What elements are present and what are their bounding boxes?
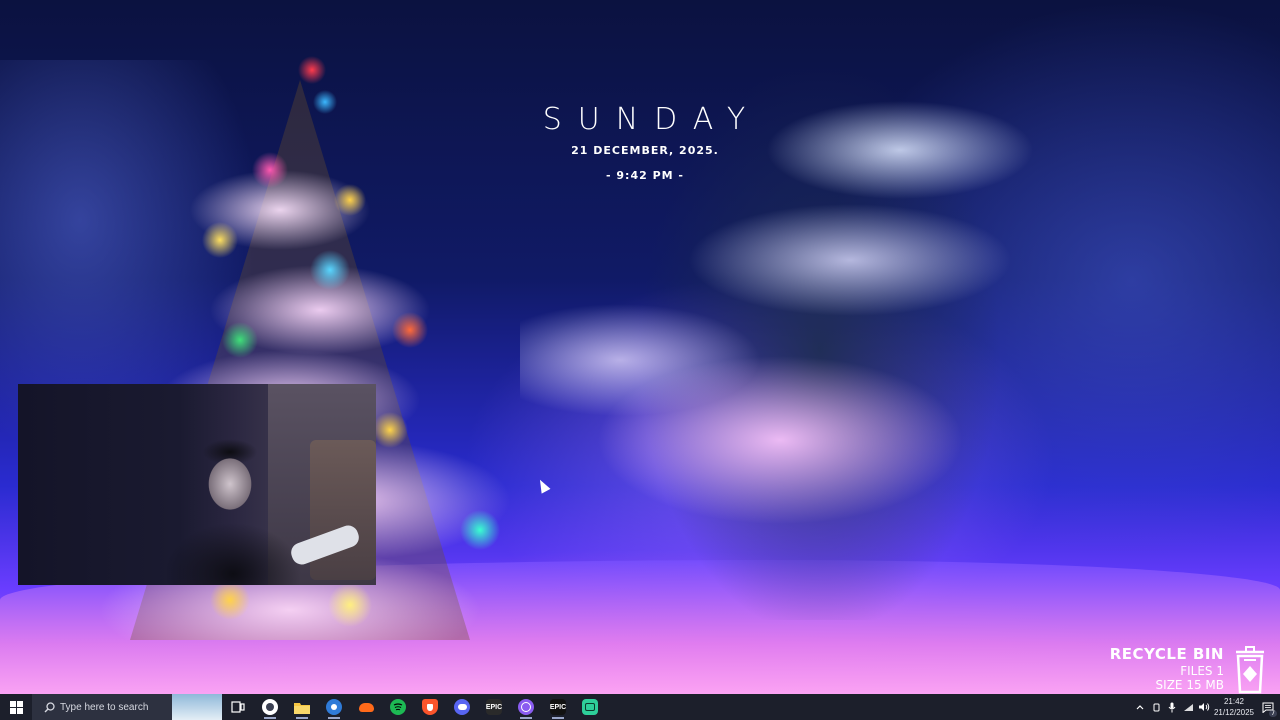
taskbar-app-soundcloud[interactable] (350, 694, 382, 720)
taskbar-app-browser[interactable] (254, 694, 286, 720)
green-app-icon (582, 699, 598, 715)
clock-date: 21 DECEMBER, 2025. (571, 144, 719, 157)
circle-app-icon (518, 699, 534, 715)
taskbar-app-brave[interactable] (414, 694, 446, 720)
tray-volume[interactable] (1196, 694, 1212, 720)
system-tray: 21:42 21/12/2025 7 (1132, 694, 1280, 720)
notification-center-button[interactable]: 7 (1256, 694, 1280, 720)
tray-overflow-button[interactable] (1132, 694, 1148, 720)
webcam-person (158, 424, 308, 585)
recycle-bin-widget[interactable]: RECYCLE BIN FILES 1 SIZE 15 MB (1110, 644, 1266, 694)
search-icon (38, 701, 60, 713)
microphone-icon (1168, 702, 1176, 712)
taskbar-app-spotify[interactable] (382, 694, 414, 720)
tray-device-icon[interactable] (1148, 694, 1164, 720)
spotify-icon (390, 699, 406, 715)
cloud-orange-icon (358, 699, 374, 715)
search-placeholder: Type here to search (60, 701, 149, 713)
webcam-chair (310, 440, 376, 580)
taskbar-app-circle[interactable] (510, 694, 542, 720)
tray-time: 21:42 (1223, 697, 1245, 706)
folder-icon (294, 702, 310, 714)
tray-date: 21/12/2025 (1213, 708, 1255, 717)
taskbar-search-box[interactable]: Type here to search (32, 694, 222, 720)
discord-icon (454, 699, 470, 715)
task-view-button[interactable] (222, 694, 254, 720)
search-highlight-image (172, 694, 222, 720)
app-blue-icon (326, 699, 342, 715)
volume-icon (1199, 703, 1210, 711)
chevron-up-icon (1136, 705, 1144, 710)
device-icon (1153, 703, 1159, 711)
recycle-bin-icon[interactable] (1234, 644, 1266, 694)
start-button[interactable] (0, 694, 32, 720)
network-icon (1183, 703, 1193, 711)
recycle-bin-title: RECYCLE BIN (1109, 645, 1224, 663)
taskbar-app-blue[interactable] (318, 694, 350, 720)
taskbar-app-discord[interactable] (446, 694, 478, 720)
tray-microphone[interactable] (1164, 694, 1180, 720)
taskbar: Type here to search EPIC EPIC 21:42 21/1… (0, 694, 1280, 720)
tray-network[interactable] (1180, 694, 1196, 720)
taskbar-app-epic-games[interactable]: EPIC (478, 694, 510, 720)
clock-day: SUNDAY (542, 102, 762, 137)
windows-icon (9, 700, 23, 714)
notification-count: 7 (1269, 710, 1277, 717)
webcam-overlay (18, 384, 376, 585)
recycle-bin-info: RECYCLE BIN FILES 1 SIZE 15 MB (1110, 644, 1224, 692)
epic-games-icon: EPIC (550, 699, 566, 715)
epic-games-icon: EPIC (486, 699, 502, 715)
recycle-bin-size: SIZE 15 MB (1155, 678, 1224, 692)
recycle-bin-files: FILES 1 (1180, 664, 1224, 678)
taskbar-app-file-explorer[interactable] (286, 694, 318, 720)
taskbar-app-epic-games-2[interactable]: EPIC (542, 694, 574, 720)
clock-widget: SUNDAY 21 DECEMBER, 2025. - 9:42 PM - (520, 100, 770, 182)
tray-clock[interactable]: 21:42 21/12/2025 (1212, 696, 1256, 718)
brave-icon (422, 699, 438, 715)
task-view-icon (231, 701, 245, 713)
taskbar-app-green[interactable] (574, 694, 606, 720)
clock-time: - 9:42 PM - (606, 169, 684, 182)
browser-icon (262, 699, 278, 715)
